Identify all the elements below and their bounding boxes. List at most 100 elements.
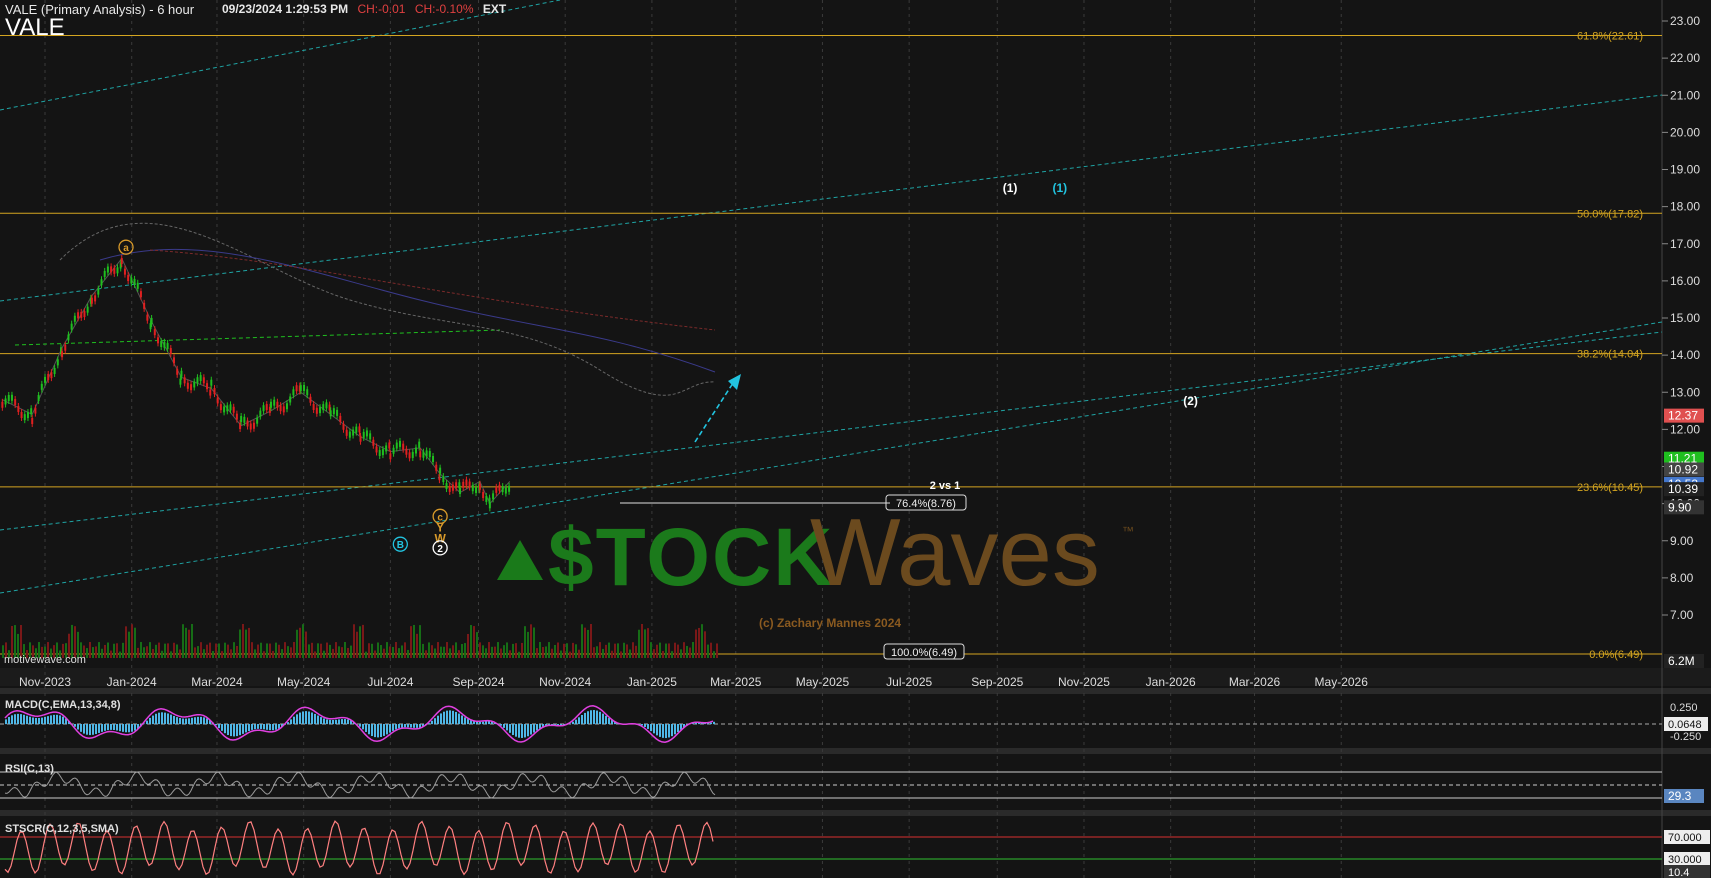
- volume-bar: [689, 647, 691, 658]
- macd-hist-bar: [383, 724, 385, 736]
- candle-body: [425, 450, 428, 457]
- y-tick-label: 21.00: [1670, 88, 1700, 102]
- chart-canvas[interactable]: 61.8%(22.61) 50.0%(17.82) 38.2%(14.04) 23.6…: [0, 0, 1711, 878]
- watermark-tm: ™: [1122, 524, 1134, 538]
- volume-bar: [611, 650, 613, 658]
- macd-hist-bar: [527, 724, 529, 737]
- volume-bar: [269, 643, 271, 658]
- candle-body: [388, 442, 391, 449]
- macd-hist-bar: [437, 715, 439, 725]
- volume-bar: [188, 629, 190, 658]
- volume-bar: [104, 644, 106, 658]
- volume-bar: [545, 646, 547, 658]
- volume-bar: [287, 646, 289, 658]
- macd-hist-bar: [404, 724, 406, 728]
- volume-bar: [134, 627, 136, 658]
- macd-hist-bar: [14, 714, 16, 725]
- volume-bar: [329, 644, 331, 658]
- stoch-tag-label: 10.4: [1668, 867, 1689, 878]
- volume-bar: [404, 642, 406, 658]
- volume-bar: [572, 642, 574, 658]
- macd-hist-bar: [56, 714, 58, 725]
- macd-hist-bar: [191, 717, 193, 725]
- macd-hist-bar: [293, 716, 295, 725]
- volume-bar: [488, 642, 490, 658]
- volume-bar: [710, 642, 712, 658]
- chart-interval: - 6 hour: [149, 2, 195, 17]
- macd-hist-bar: [38, 717, 40, 725]
- candle-body: [150, 318, 153, 325]
- candle-body: [342, 423, 345, 430]
- candle-body: [37, 394, 40, 401]
- volume-bar: [716, 643, 718, 658]
- macd-hist-bar: [107, 724, 109, 731]
- macd-hist-bar: [218, 724, 220, 729]
- macd-hist-bar: [608, 717, 610, 725]
- macd-hist-bar: [410, 724, 412, 728]
- volume-bar: [449, 648, 451, 658]
- volume-bar: [212, 651, 214, 658]
- volume-bar: [593, 647, 595, 658]
- macd-hist-bar: [338, 719, 340, 725]
- candle-body: [160, 341, 163, 348]
- macd-hist-bar: [659, 724, 661, 737]
- macd-hist-bar: [17, 713, 19, 725]
- macd-hist-bar: [482, 721, 484, 725]
- volume-bar: [314, 651, 316, 658]
- macd-hist-bar: [11, 715, 13, 725]
- macd-hist-bar: [503, 724, 505, 728]
- fib-label: 61.8%(22.61): [1577, 30, 1643, 42]
- volume-bar: [575, 644, 577, 658]
- candle-body: [435, 464, 438, 471]
- volume-bar: [674, 642, 676, 658]
- candle-body: [475, 486, 478, 493]
- macd-hist-bar: [371, 724, 373, 737]
- volume-bar: [185, 627, 187, 658]
- macd-hist-bar: [476, 721, 478, 725]
- volume-bar: [677, 644, 679, 658]
- volume-bar: [485, 648, 487, 658]
- candle-body: [408, 452, 411, 459]
- macd-hist-bar: [407, 724, 409, 728]
- candle-body: [193, 381, 196, 388]
- macd-hist-bar: [650, 724, 652, 732]
- macd-hist-bar: [269, 724, 271, 731]
- y-tick-label: 14.00: [1670, 348, 1700, 362]
- volume-bar: [383, 648, 385, 658]
- macd-hist-bar: [449, 710, 451, 725]
- candle-body: [130, 277, 133, 284]
- macd-hist-bar: [359, 724, 361, 727]
- macd-hist-bar: [677, 724, 679, 733]
- volume-bar: [527, 631, 529, 658]
- candle-body: [369, 433, 372, 440]
- wave-label: (2): [1183, 394, 1198, 408]
- volume-bar: [707, 644, 709, 658]
- volume-bar: [581, 624, 583, 658]
- macd-hist-bar: [461, 715, 463, 725]
- volume-bar: [428, 642, 430, 658]
- macd-hist-bar: [530, 724, 532, 735]
- volume-bar: [407, 649, 409, 658]
- macd-hist-bar: [605, 715, 607, 725]
- candle-body: [269, 401, 272, 408]
- volume-bar: [683, 642, 685, 658]
- volume-bar: [320, 643, 322, 658]
- macd-hist-bar: [158, 712, 160, 725]
- candle-body: [223, 406, 226, 413]
- candle-body: [235, 413, 238, 420]
- candle-body: [312, 403, 315, 410]
- macd-hist-bar: [431, 720, 433, 725]
- candle-body: [365, 430, 368, 437]
- candle-body: [240, 415, 243, 422]
- macd-hist-bar: [506, 724, 508, 731]
- volume-bar: [239, 629, 241, 658]
- volume-bar: [236, 645, 238, 658]
- candle-body: [26, 412, 29, 419]
- candle-body: [375, 446, 378, 453]
- macd-hist-bar: [116, 724, 118, 731]
- macd-hist-bar: [413, 724, 415, 728]
- candle-body: [123, 268, 126, 275]
- volume-bar: [344, 642, 346, 658]
- volume-bar: [275, 642, 277, 658]
- candle-body: [362, 431, 365, 438]
